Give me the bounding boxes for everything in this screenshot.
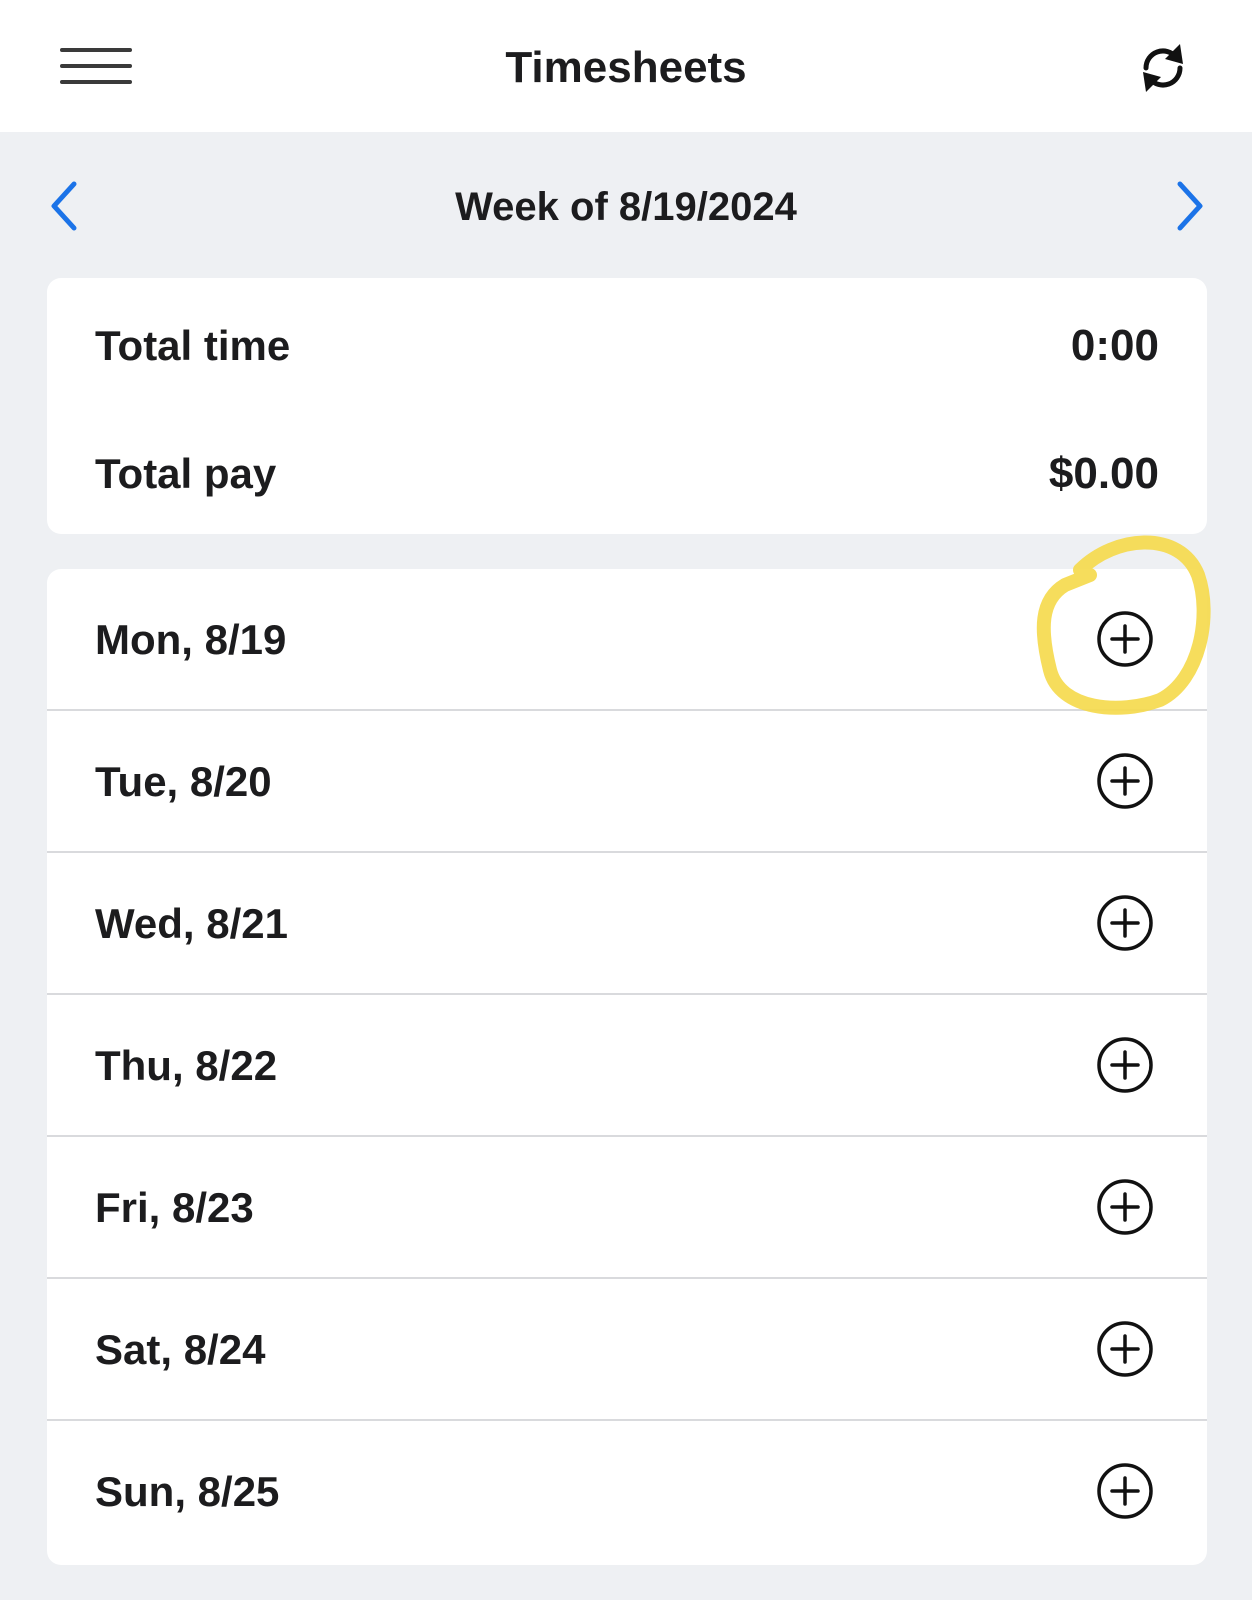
add-entry-button[interactable] xyxy=(1095,1461,1155,1521)
total-pay-label: Total pay xyxy=(95,450,277,497)
day-row-wed: Wed, 8/21 xyxy=(47,853,1207,995)
app-header: Timesheets xyxy=(0,0,1252,132)
page-title: Timesheets xyxy=(505,43,747,92)
week-label: Week of 8/19/2024 xyxy=(455,185,797,229)
totals-card: Total time 0:00 Total pay $0.00 xyxy=(47,278,1207,534)
day-label: Sun, 8/25 xyxy=(95,1468,280,1515)
add-entry-button[interactable] xyxy=(1095,609,1155,669)
day-label: Sat, 8/24 xyxy=(95,1326,266,1373)
chevron-right-svg xyxy=(1177,181,1203,231)
day-label: Tue, 8/20 xyxy=(95,758,272,805)
refresh-icon[interactable] xyxy=(1136,38,1190,98)
add-circle-icon xyxy=(1097,753,1153,809)
day-row-tue: Tue, 8/20 xyxy=(47,711,1207,853)
add-entry-button[interactable] xyxy=(1095,1177,1155,1237)
days-list: Mon, 8/19 Tue, 8/20 Wed, 8/21 Thu, 8/22 … xyxy=(47,569,1207,1565)
chevron-right-icon[interactable] xyxy=(1166,178,1210,234)
add-entry-button[interactable] xyxy=(1095,751,1155,811)
add-entry-button[interactable] xyxy=(1095,1035,1155,1095)
add-circle-icon xyxy=(1097,611,1153,667)
total-time-value: 0:00 xyxy=(1070,321,1159,370)
add-circle-icon xyxy=(1097,895,1153,951)
add-entry-button[interactable] xyxy=(1095,1319,1155,1379)
day-row-sat: Sat, 8/24 xyxy=(47,1279,1207,1421)
add-circle-icon xyxy=(1097,1463,1153,1519)
day-row-thu: Thu, 8/22 xyxy=(47,995,1207,1137)
day-label: Wed, 8/21 xyxy=(95,900,288,947)
week-navigation: Week of 8/19/2024 xyxy=(0,170,1252,246)
refresh-icon-svg xyxy=(1143,44,1183,92)
day-label: Fri, 8/23 xyxy=(95,1184,254,1231)
add-entry-button[interactable] xyxy=(1095,893,1155,953)
total-time-row: Total time 0:00 xyxy=(47,314,1207,378)
day-label: Thu, 8/22 xyxy=(95,1042,278,1089)
add-circle-icon xyxy=(1097,1037,1153,1093)
add-circle-icon xyxy=(1097,1179,1153,1235)
day-label: Mon, 8/19 xyxy=(95,616,287,663)
add-circle-icon xyxy=(1097,1321,1153,1377)
day-row-fri: Fri, 8/23 xyxy=(47,1137,1207,1279)
day-row-sun: Sun, 8/25 xyxy=(47,1421,1207,1563)
day-row-mon: Mon, 8/19 xyxy=(47,569,1207,711)
total-time-label: Total time xyxy=(95,322,291,369)
total-pay-row: Total pay $0.00 xyxy=(47,442,1207,506)
total-pay-value: $0.00 xyxy=(1048,449,1159,498)
